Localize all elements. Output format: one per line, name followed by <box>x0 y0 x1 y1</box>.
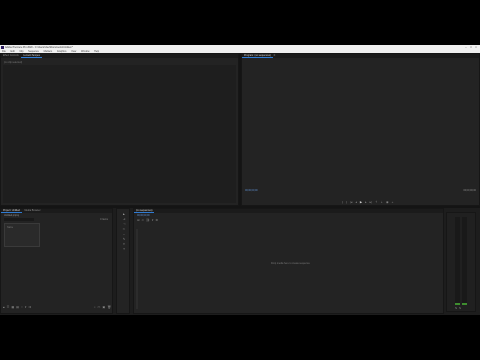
snap-icon[interactable]: ⊂ <box>142 219 145 222</box>
nest-icon[interactable]: ⊞ <box>137 219 140 222</box>
timeline-scrollbar[interactable] <box>136 229 138 309</box>
source-panel: Effect Controls Lumetri Scopes (no clip … <box>0 53 239 206</box>
solo-left-button[interactable]: S <box>455 307 457 310</box>
project-search-input[interactable] <box>4 218 34 221</box>
tools-grid: ▸ ⇥ ⊣ ✂ ↔ ✎ ✋︎ T <box>120 213 128 251</box>
program-viewer <box>244 60 477 186</box>
timeline-toolbar: ⊞ ⊂ ⛓︎ ▾ ⚙︎ <box>137 219 167 222</box>
letterbox-bottom <box>0 315 480 360</box>
project-filename: Untitled.prproj <box>4 214 19 217</box>
type-tool-icon[interactable]: T <box>120 248 128 251</box>
audio-meter-right <box>462 217 467 305</box>
window-title: Adobe Premiere Pro 2020 - C:\Users\User\… <box>5 46 73 49</box>
new-bin-icon[interactable]: ▭ <box>98 306 101 310</box>
maximize-button[interactable]: □ <box>469 46 473 49</box>
source-panel-tabs: Effect Controls Lumetri Scopes <box>1 54 238 58</box>
ripple-edit-tool-icon[interactable]: ⊣ <box>120 223 128 226</box>
program-controls: { } |◂ ◂ ▶ ▸ ▸| ⇡ ⇣ ◉ + <box>342 201 402 205</box>
new-item-icon[interactable]: ▣ <box>102 306 105 310</box>
play-icon[interactable]: ▶ <box>360 201 362 205</box>
project-panel: Project: Untitled Media Browser Untitled… <box>0 208 113 314</box>
tab-timeline[interactable]: (no sequences) <box>134 209 155 213</box>
timeline-drop-hint: Drop media here to create sequence. <box>271 262 311 265</box>
program-monitor-header: Program: (no sequences) ≡ <box>242 54 479 58</box>
audio-meter-right-fill <box>462 303 467 305</box>
project-item-count: 0 Items <box>100 218 108 221</box>
tab-program[interactable]: Program: (no sequences) <box>242 54 273 58</box>
program-timecode-left: 00;00;00;00 <box>245 189 258 192</box>
trash-icon[interactable]: 🗑︎ <box>107 306 111 310</box>
tab-lumetri-scopes[interactable]: Lumetri Scopes <box>21 54 42 58</box>
timeline-settings-icon[interactable]: ⚙︎ <box>155 219 158 222</box>
project-bottom-toolbar: 🔒︎ ☰ ▦ ▤ ○ ▾ ⇉ ⌕ ▭ ▣ 🗑︎ <box>3 306 111 310</box>
export-frame-icon[interactable]: ◉ <box>386 201 389 205</box>
add-marker-icon[interactable]: ▾ <box>152 219 154 222</box>
project-column-label: Name <box>7 226 14 229</box>
tab-project[interactable]: Project: Untitled <box>1 209 22 213</box>
tab-effect-controls[interactable]: Effect Controls <box>1 54 21 58</box>
button-editor-icon[interactable]: + <box>392 201 394 205</box>
hand-tool-icon[interactable]: ✋︎ <box>120 243 128 246</box>
audio-meters: S S <box>446 212 476 312</box>
app-icon <box>1 46 4 49</box>
slip-tool-icon[interactable]: ↔ <box>120 233 128 236</box>
audio-meter-left-fill <box>455 303 460 305</box>
timeline-timecode: 00;00;00;00 <box>137 214 150 217</box>
audio-meter-left <box>455 217 460 305</box>
panel-menu-icon[interactable]: ≡ <box>274 54 276 57</box>
step-forward-icon[interactable]: ▸ <box>365 201 367 205</box>
tools-panel: ▸ ⇥ ⊣ ✂ ↔ ✎ ✋︎ T <box>116 208 130 314</box>
sort-icon[interactable]: ▾ <box>25 306 27 310</box>
icon-view-icon[interactable]: ▦ <box>11 306 14 310</box>
tab-media-browser[interactable]: Media Browser <box>23 209 43 213</box>
timeline-panel: (no sequences) 00;00;00;00 ⊞ ⊂ ⛓︎ ▾ ⚙︎ D… <box>133 208 444 314</box>
razor-tool-icon[interactable]: ✂ <box>120 228 128 231</box>
list-view-icon[interactable]: ☰ <box>7 306 10 310</box>
source-panel-subtext: (no clip selected) <box>4 61 23 64</box>
mark-in-icon[interactable]: { <box>342 201 343 205</box>
meter-solo-buttons: S S <box>455 307 469 310</box>
go-to-out-icon[interactable]: ▸| <box>370 201 372 205</box>
minimize-button[interactable]: – <box>464 46 468 49</box>
automate-icon[interactable]: ⇉ <box>28 306 31 310</box>
linked-selection-icon[interactable]: ⛓︎ <box>146 219 150 222</box>
selection-tool-icon[interactable]: ▸ <box>120 213 128 216</box>
solo-right-button[interactable]: S <box>459 307 461 310</box>
timeline-tabs: (no sequences) <box>134 209 443 213</box>
lift-icon[interactable]: ⇡ <box>375 201 378 205</box>
program-monitor: Program: (no sequences) ≡ 00;00;00;00 00… <box>241 53 480 206</box>
pen-tool-icon[interactable]: ✎ <box>120 238 128 241</box>
track-select-tool-icon[interactable]: ⇥ <box>120 218 128 221</box>
project-panel-tabs: Project: Untitled Media Browser <box>1 209 112 213</box>
find-icon[interactable]: ⌕ <box>94 306 96 310</box>
zoom-slider[interactable]: ○ <box>21 306 23 310</box>
project-bin-area: Name <box>4 223 40 247</box>
step-back-icon[interactable]: ◂ <box>355 201 357 205</box>
extract-icon[interactable]: ⇣ <box>380 201 383 205</box>
lock-icon[interactable]: 🔒︎ <box>3 306 5 310</box>
source-panel-body <box>3 65 236 203</box>
freeform-view-icon[interactable]: ▤ <box>16 306 19 310</box>
go-to-in-icon[interactable]: |◂ <box>350 201 352 205</box>
close-button[interactable]: × <box>474 46 478 49</box>
mark-out-icon[interactable]: } <box>346 201 347 205</box>
program-timecode-right: 00;00;00;00 <box>463 189 476 192</box>
